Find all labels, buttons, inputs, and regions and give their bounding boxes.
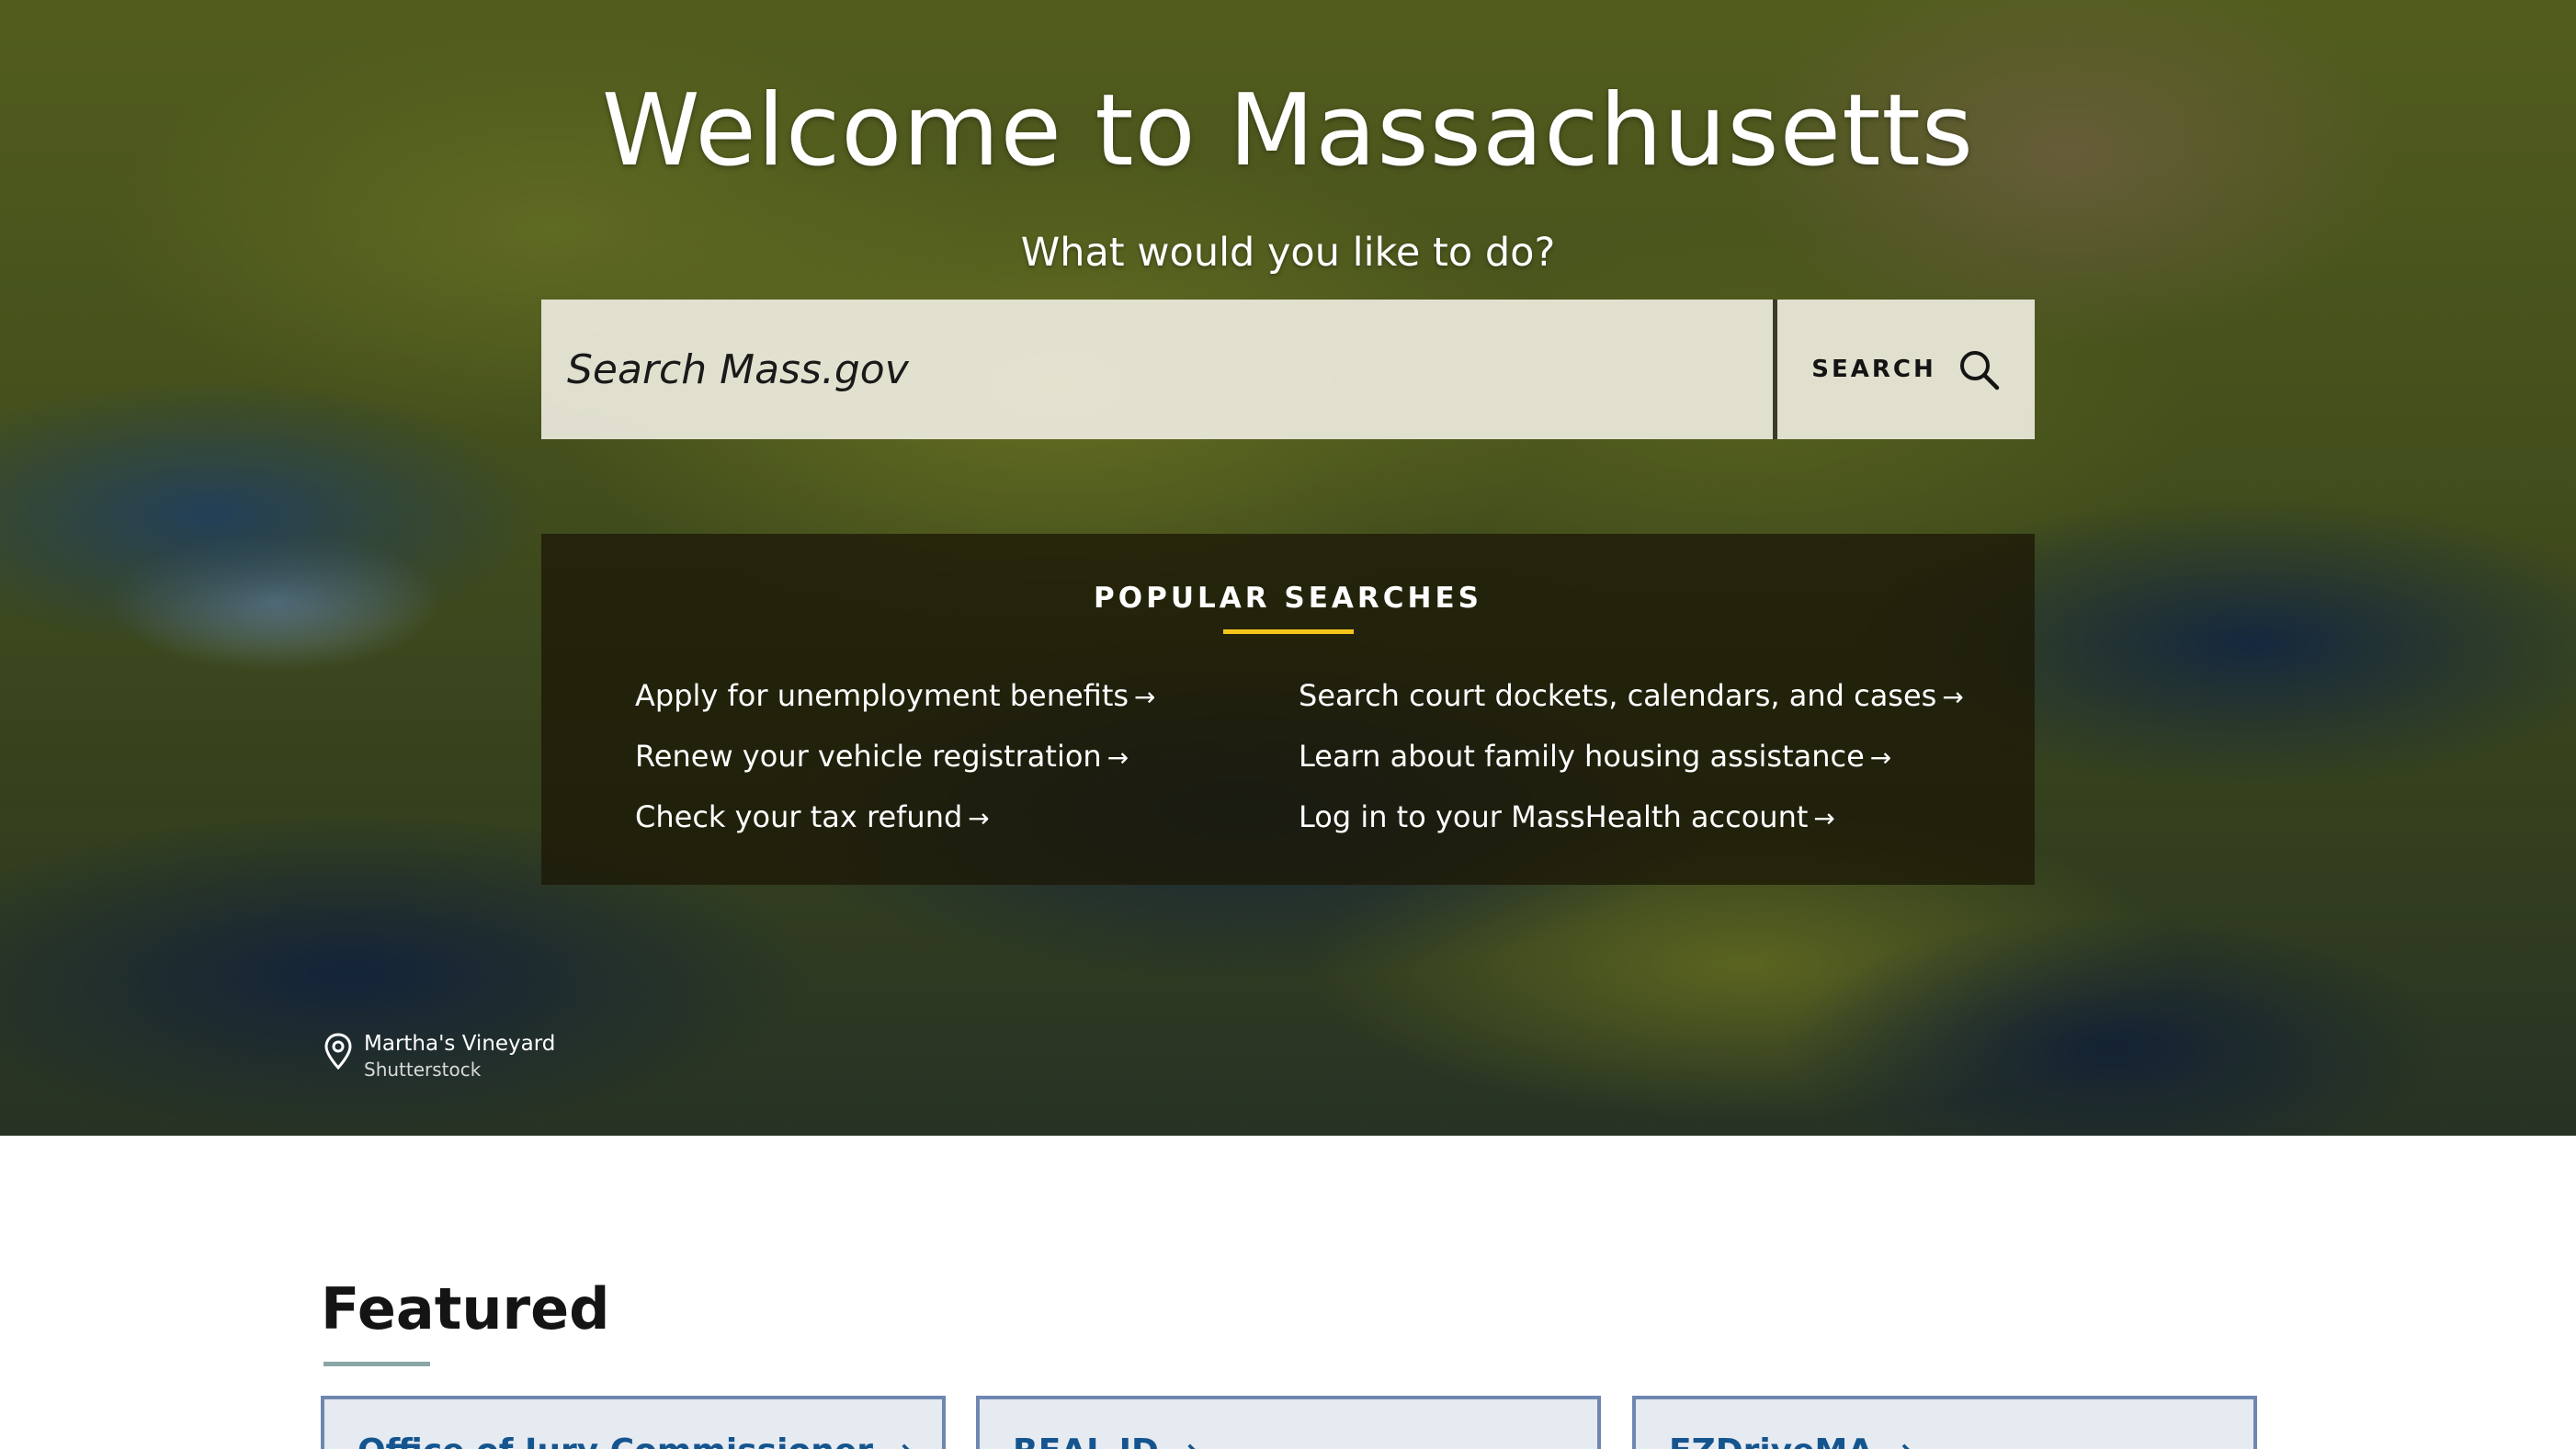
photo-credit: Martha's Vineyard Shutterstock — [323, 1031, 555, 1082]
featured-card-ezdrivema[interactable]: EZDriveMA → — [1632, 1396, 2257, 1449]
featured-underline — [323, 1362, 430, 1366]
featured-heading: Featured — [321, 1275, 610, 1342]
map-pin-icon — [324, 1033, 352, 1070]
popular-searches-heading: POPULAR SEARCHES — [1094, 582, 1482, 615]
featured-card-title: Office of Jury Commissioner → — [357, 1432, 913, 1449]
popular-link-vehicle-registration[interactable]: Renew your vehicle registration → — [635, 727, 1156, 787]
popular-link-label: Check your tax refund — [635, 799, 963, 834]
photo-credit-place: Martha's Vineyard — [364, 1032, 556, 1056]
featured-card-jury-commissioner[interactable]: Office of Jury Commissioner → — [321, 1396, 946, 1449]
popular-searches-left-column: Apply for unemployment benefits → Renew y… — [635, 666, 1156, 848]
popular-link-housing-assistance[interactable]: Learn about family housing assistance → — [1299, 727, 1964, 787]
featured-card-real-id[interactable]: REAL ID → — [976, 1396, 1601, 1449]
arrow-right-icon: → — [1869, 742, 1892, 773]
popular-link-label: Log in to your MassHealth account — [1299, 799, 1809, 834]
popular-link-label: Renew your vehicle registration — [635, 739, 1102, 774]
hero-title: Welcome to Massachusetts — [601, 74, 1975, 188]
popular-link-label: Search court dockets, calendars, and cas… — [1299, 678, 1937, 713]
popular-link-tax-refund[interactable]: Check your tax refund → — [635, 787, 1156, 848]
arrow-right-icon: → — [968, 803, 990, 833]
popular-link-court-dockets[interactable]: Search court dockets, calendars, and cas… — [1299, 666, 1964, 727]
popular-searches-underline — [1223, 629, 1354, 634]
arrow-right-icon: → — [1134, 682, 1156, 712]
popular-link-label: Apply for unemployment benefits — [635, 678, 1129, 713]
popular-link-label: Learn about family housing assistance — [1299, 739, 1865, 774]
search-icon — [1959, 351, 1999, 391]
search-form: SEARCH — [541, 300, 2035, 439]
featured-card-title: EZDriveMA → — [1669, 1432, 1912, 1449]
photo-credit-source: Shutterstock — [364, 1058, 482, 1081]
hero-banner: Welcome to Massachusetts What would you … — [0, 0, 2576, 1136]
popular-link-masshealth[interactable]: Log in to your MassHealth account → — [1299, 787, 1964, 848]
arrow-right-icon: → — [1813, 803, 1835, 833]
hero-subtitle: What would you like to do? — [1020, 230, 1556, 276]
arrow-right-icon: → — [1942, 682, 1964, 712]
popular-link-unemployment[interactable]: Apply for unemployment benefits → — [635, 666, 1156, 727]
search-button[interactable]: SEARCH — [1777, 300, 2035, 439]
arrow-right-icon: → — [1106, 742, 1129, 773]
popular-searches-right-column: Search court dockets, calendars, and cas… — [1299, 666, 1964, 848]
popular-searches-panel: POPULAR SEARCHES Apply for unemployment … — [541, 534, 2035, 885]
search-input[interactable] — [541, 300, 1773, 439]
search-button-label: SEARCH — [1811, 356, 1936, 383]
featured-card-title: REAL ID → — [1013, 1432, 1198, 1449]
photo-credit-text: Martha's Vineyard Shutterstock — [364, 1031, 555, 1082]
